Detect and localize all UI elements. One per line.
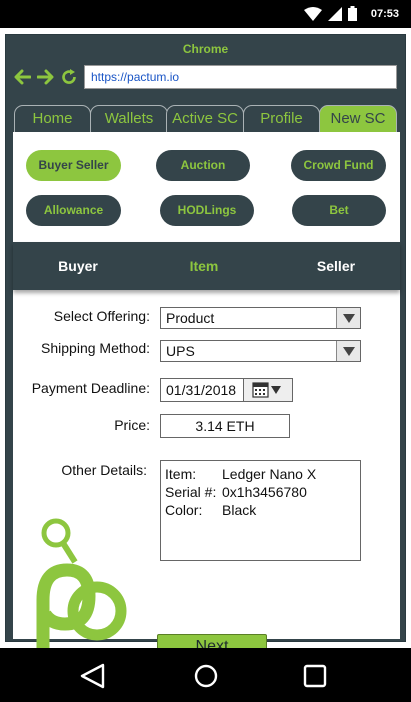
status-time: 07:53 (370, 7, 399, 20)
role-tab-item[interactable]: Item (164, 242, 244, 290)
details-label: Other Details: (61, 462, 147, 478)
chevron-down-icon (336, 341, 360, 361)
details-line: Color: Black (165, 501, 356, 519)
back-triangle-icon[interactable] (78, 662, 108, 690)
contract-type-hodlings[interactable]: HODLings (160, 195, 254, 226)
shipping-select[interactable]: UPS (160, 340, 361, 362)
price-input[interactable]: 3.14 ETH (160, 414, 290, 438)
offering-select[interactable]: Product (160, 307, 361, 329)
android-nav-bar (0, 648, 411, 702)
details-value: Black (222, 502, 257, 518)
chevron-down-icon (336, 308, 360, 328)
tab-new-sc[interactable]: New SC (319, 105, 397, 133)
browser-window: Chrome https://pactum.io Home Wallets Ac… (5, 34, 406, 666)
offering-label: Select Offering: (53, 308, 150, 324)
tab-home[interactable]: Home (14, 105, 91, 133)
back-arrow-icon[interactable] (13, 68, 31, 86)
battery-icon (347, 6, 357, 21)
details-textarea[interactable]: Item: Ledger Nano X Serial #: 0x1h345678… (160, 460, 361, 561)
tab-active-sc[interactable]: Active SC (166, 105, 244, 133)
recents-square-icon[interactable] (300, 662, 330, 690)
shipping-label: Shipping Method: (41, 340, 150, 356)
contract-type-crowd-fund[interactable]: Crowd Fund (291, 150, 386, 181)
calendar-button[interactable] (243, 378, 293, 402)
contract-type-allowance[interactable]: Allowance (26, 195, 121, 226)
calendar-icon (252, 382, 281, 398)
role-tab-buyer[interactable]: Buyer (38, 242, 118, 290)
details-line: Serial #: 0x1h3456780 (165, 483, 356, 501)
signal-icon (327, 6, 342, 21)
role-tab-bar: Buyer Item Seller (13, 242, 400, 290)
status-bar: 07:53 (0, 0, 411, 28)
status-icons: 07:53 (303, 6, 399, 21)
new-sc-panel: Buyer Seller Auction Crowd Fund Allowanc… (13, 132, 400, 666)
details-value: 0x1h3456780 (222, 484, 307, 500)
contract-type-buyer-seller[interactable]: Buyer Seller (26, 150, 121, 181)
forward-arrow-icon[interactable] (37, 68, 55, 86)
tab-profile[interactable]: Profile (243, 105, 320, 133)
url-bar[interactable]: https://pactum.io (84, 65, 397, 89)
shipping-value: UPS (166, 343, 195, 359)
home-circle-icon[interactable] (191, 662, 221, 690)
offering-value: Product (166, 310, 215, 326)
browser-title: Chrome (182, 42, 229, 56)
details-value: Ledger Nano X (222, 466, 317, 482)
deadline-input[interactable]: 01/31/2018 (160, 378, 244, 402)
deadline-label: Payment Deadline: (31, 380, 150, 396)
price-label: Price: (114, 417, 150, 433)
details-key: Item: (165, 466, 197, 482)
reload-icon[interactable] (60, 68, 78, 86)
details-key: Serial #: (165, 484, 217, 500)
contract-type-bet[interactable]: Bet (292, 195, 386, 226)
pactum-logo (36, 518, 127, 666)
tab-bar: Home Wallets Active SC Profile New SC (14, 105, 399, 133)
role-tab-seller[interactable]: Seller (296, 242, 376, 290)
tab-wallets[interactable]: Wallets (90, 105, 168, 133)
details-key: Color: (165, 502, 203, 518)
wifi-icon (303, 6, 322, 21)
contract-type-auction[interactable]: Auction (156, 150, 250, 181)
details-line: Item: Ledger Nano X (165, 465, 356, 483)
